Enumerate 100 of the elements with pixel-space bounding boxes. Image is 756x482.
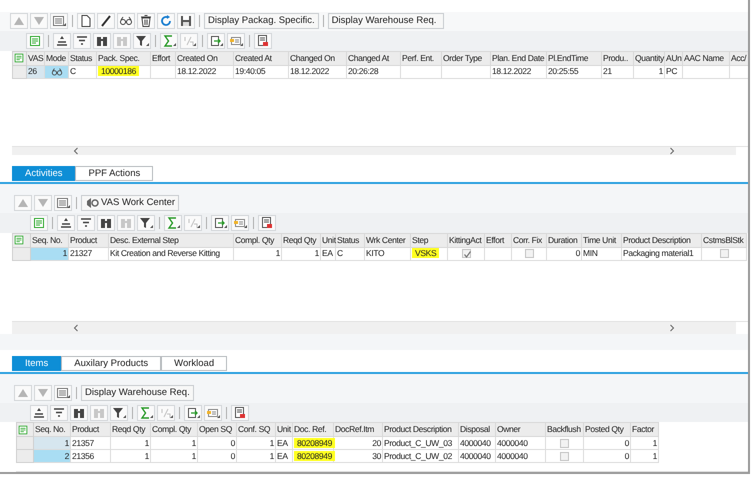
layout-button[interactable] (54, 385, 72, 402)
column-header[interactable]: Unit (276, 422, 292, 437)
column-header[interactable]: Product (70, 422, 110, 437)
column-header[interactable]: VAS (26, 51, 44, 66)
column-header[interactable]: Acc/ (730, 51, 748, 66)
column-header[interactable]: Product Description (622, 233, 702, 248)
report-button[interactable] (254, 32, 272, 49)
toolbar-button[interactable]: Display Packag. Specific. (204, 13, 319, 30)
column-header[interactable]: Factor (630, 422, 658, 437)
column-header[interactable]: Conf. SQ (236, 422, 276, 437)
column-header[interactable]: Plan. End Date (490, 51, 546, 66)
tab[interactable]: Auxilary Products (61, 356, 162, 371)
column-header[interactable]: Posted Qty (584, 422, 630, 437)
column-header[interactable]: Disposal (458, 422, 496, 437)
column-header[interactable]: Seq. No. (30, 233, 68, 248)
sort-descending-button[interactable] (73, 32, 91, 49)
table-details-button[interactable] (30, 214, 48, 231)
table-cell: 0 (198, 436, 236, 450)
checkbox[interactable] (462, 249, 470, 258)
checkbox[interactable] (560, 452, 569, 462)
column-header[interactable]: Doc. Ref. (292, 422, 334, 437)
glasses-button[interactable] (117, 13, 135, 30)
column-header[interactable]: Wrk Center (364, 233, 410, 248)
column-header[interactable]: Pack. Spec. (96, 51, 150, 66)
sort-ascending-button[interactable] (30, 404, 48, 420)
sort-ascending-button[interactable] (57, 214, 75, 231)
filter-button[interactable] (137, 214, 155, 231)
column-header[interactable]: Quantity (634, 51, 664, 66)
column-header[interactable]: Product Description (382, 422, 458, 437)
sum-button[interactable] (164, 214, 182, 231)
grid-button[interactable] (227, 32, 245, 49)
binoculars-button[interactable] (97, 214, 115, 231)
tab[interactable]: PPF Actions (75, 166, 154, 181)
column-header[interactable]: Unit (320, 233, 336, 248)
column-header[interactable]: Pl.EndTime (546, 51, 602, 66)
layout-button[interactable] (50, 13, 68, 30)
column-header[interactable]: Reqd Qty (110, 422, 150, 437)
report-button[interactable] (258, 214, 276, 231)
refresh-button[interactable] (157, 13, 175, 30)
grid-button[interactable] (204, 404, 222, 420)
checkbox[interactable] (720, 249, 728, 258)
tab[interactable]: Activities (12, 166, 76, 181)
column-header[interactable]: AAC Name (682, 51, 730, 66)
checkbox[interactable] (524, 249, 534, 258)
column-header[interactable]: KittingAct (448, 233, 484, 248)
toolbar-button[interactable]: Display Warehouse Req. (81, 385, 194, 402)
column-header[interactable]: Owner (496, 422, 546, 437)
column-header[interactable]: Backflush (546, 422, 584, 437)
column-header[interactable]: DocRef.Itm (334, 422, 382, 437)
toolbar-button[interactable]: Display Warehouse Req. (328, 13, 444, 30)
export-button[interactable] (184, 404, 202, 420)
column-header[interactable]: Time Unit (582, 233, 622, 248)
column-header[interactable]: Product (68, 233, 108, 248)
pencil-button[interactable] (97, 13, 115, 30)
grid-button[interactable] (231, 214, 249, 231)
column-header[interactable]: Compl. Qty (150, 422, 198, 437)
column-header[interactable]: Created At (234, 51, 288, 66)
save-button[interactable] (177, 13, 195, 30)
column-header[interactable]: Step (410, 233, 448, 248)
column-header[interactable]: Changed At (346, 51, 400, 66)
sort-descending-button[interactable] (77, 214, 95, 231)
column-header[interactable]: Compl. Qty (234, 233, 282, 248)
tab[interactable]: Items (12, 356, 62, 371)
table-cell: 20 (334, 436, 382, 450)
work-center-button[interactable]: VAS Work Center (81, 195, 180, 212)
export-button[interactable] (211, 214, 229, 231)
sum-button[interactable] (160, 32, 178, 49)
table-details-button[interactable] (26, 32, 44, 49)
layout-button[interactable] (54, 195, 72, 212)
column-header[interactable]: Effort (150, 51, 176, 66)
column-header[interactable]: Mode (44, 51, 68, 66)
column-header[interactable]: AUn (664, 51, 682, 66)
column-header[interactable]: Reqd Qty (282, 233, 320, 248)
column-header[interactable]: Desc. External Step (108, 233, 234, 248)
export-button[interactable] (207, 32, 225, 49)
trash-can-button[interactable] (137, 13, 155, 30)
filter-button[interactable] (133, 32, 151, 49)
table-cell: Packaging material1 (622, 247, 702, 260)
filter-button[interactable] (110, 404, 128, 420)
page-button[interactable] (77, 13, 95, 30)
column-header[interactable]: Status (68, 51, 96, 66)
sort-descending-button[interactable] (50, 404, 68, 420)
binoculars-button[interactable] (93, 32, 111, 49)
checkbox[interactable] (560, 439, 569, 448)
column-header[interactable]: Order Type (442, 51, 490, 66)
tab[interactable]: Workload (161, 356, 228, 371)
column-header[interactable]: Corr. Fix (512, 233, 546, 248)
column-header[interactable]: Status (336, 233, 364, 248)
column-header[interactable]: Perf. Ent. (400, 51, 442, 66)
column-header[interactable]: CstmsBlStk (702, 233, 746, 248)
column-header[interactable]: Effort (484, 233, 512, 248)
column-header[interactable]: Produ.. (602, 51, 634, 66)
column-header[interactable]: Changed On (288, 51, 346, 66)
sum-button[interactable] (137, 404, 155, 420)
sort-ascending-button[interactable] (53, 32, 71, 49)
binoculars-button[interactable] (70, 404, 88, 420)
column-header[interactable]: Created On (176, 51, 234, 66)
column-header[interactable]: Duration (546, 233, 582, 248)
report-button[interactable] (231, 404, 249, 420)
column-header[interactable]: Open SQ (198, 422, 236, 437)
